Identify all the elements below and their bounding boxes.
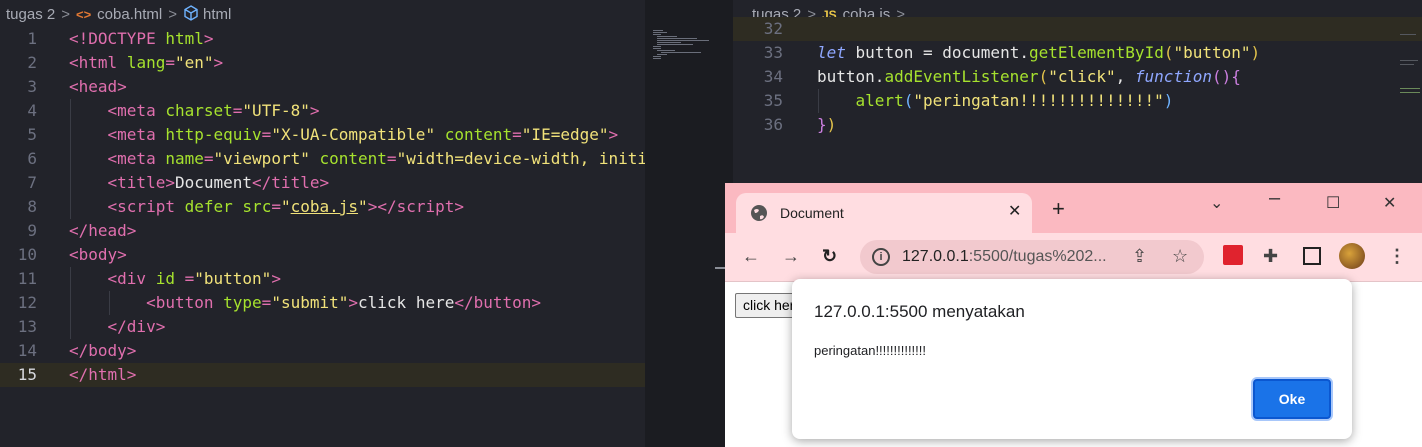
line-number: 6 xyxy=(27,149,37,168)
line-number: 10 xyxy=(17,245,37,264)
line-number: 32 xyxy=(763,19,783,38)
ok-button[interactable]: Oke xyxy=(1253,379,1331,419)
line-number: 7 xyxy=(27,173,37,192)
code-line: 11 <div id ="button"> xyxy=(0,267,645,291)
code-line: 6 <meta name="viewport" content="width=d… xyxy=(0,147,645,171)
reload-icon[interactable]: ↻ xyxy=(822,246,837,266)
minimize-icon[interactable]: – xyxy=(1269,187,1280,210)
breadcrumb-symbol[interactable]: html xyxy=(203,6,231,23)
breadcrumb-file[interactable]: coba.html xyxy=(97,6,162,23)
menu-icon[interactable]: ⋮ xyxy=(1388,246,1406,266)
code-line: 2 <html lang="en"> xyxy=(0,51,645,75)
tab-document[interactable]: Document ✕ xyxy=(736,193,1032,233)
breadcrumb-folder[interactable]: tugas 2 xyxy=(6,6,55,23)
line-number: 34 xyxy=(763,67,783,86)
code-area[interactable]: 32 33 let button = document.getElementByI… xyxy=(733,17,1422,137)
code-line: 9 </head> xyxy=(0,219,645,243)
code-line: 3 <head> xyxy=(0,75,645,99)
line-number: 5 xyxy=(27,125,37,144)
code-line: 33 let button = document.getElementById("… xyxy=(733,41,1422,65)
line-number: 11 xyxy=(17,269,37,288)
info-icon[interactable]: i xyxy=(872,248,890,266)
title-bar[interactable]: Document ✕ + ⌄ – ☐ ✕ xyxy=(725,183,1422,233)
close-icon[interactable]: ✕ xyxy=(1008,201,1021,221)
html-editor-pane[interactable]: tugas 2 > <> coba.html > html 1 <!DOCTYPE html… xyxy=(0,0,645,447)
forward-icon[interactable]: → xyxy=(782,246,800,266)
new-tab-icon[interactable]: + xyxy=(1052,198,1065,220)
chevron-right-icon: > xyxy=(61,6,70,23)
breadcrumb: tugas 2 > <> coba.html > html xyxy=(6,4,231,26)
code-line: 1 <!DOCTYPE html> xyxy=(0,27,645,51)
extension-red-icon[interactable] xyxy=(1223,245,1243,265)
star-icon[interactable]: ☆ xyxy=(1172,246,1188,266)
back-icon[interactable]: ← xyxy=(742,246,760,266)
code-line: 7 <title>Document</title> xyxy=(0,171,645,195)
code-line-active: 15 </html> xyxy=(0,363,645,387)
code-line: 4 <meta charset="UTF-8"> xyxy=(0,99,645,123)
minimap[interactable] xyxy=(645,0,733,447)
html-file-icon: <> xyxy=(75,7,92,22)
puzzle-icon[interactable]: ✚ xyxy=(1263,246,1278,266)
line-number: 2 xyxy=(27,53,37,72)
line-number: 4 xyxy=(27,101,37,120)
code-line: 32 xyxy=(733,17,1422,41)
dialog-title: 127.0.0.1:5500 menyatakan xyxy=(814,302,1025,321)
line-number: 12 xyxy=(17,293,37,312)
line-number: 9 xyxy=(27,221,37,240)
browser-toolbar: ← → ↻ i 127.0.0.1:5500/tugas%202... ⇪ ☆ … xyxy=(725,233,1422,282)
line-number: 1 xyxy=(27,29,37,48)
minimap[interactable] xyxy=(1398,30,1422,110)
window-close-icon[interactable]: ✕ xyxy=(1383,193,1396,213)
code-line: 5 <meta http-equiv="X-UA-Compatible" con… xyxy=(0,123,645,147)
line-number: 8 xyxy=(27,197,37,216)
chevron-right-icon: > xyxy=(168,6,177,23)
line-number: 14 xyxy=(17,341,37,360)
code-line: 36}) xyxy=(733,113,1422,137)
chevron-down-icon[interactable]: ⌄ xyxy=(1210,193,1223,213)
symbol-cube-icon xyxy=(184,5,198,21)
line-number: 35 xyxy=(763,91,783,110)
avatar[interactable] xyxy=(1339,243,1365,269)
url-text[interactable]: 127.0.0.1:5500/tugas%202... xyxy=(902,248,1107,266)
code-line: 10 <body> xyxy=(0,243,645,267)
code-line: 13 </div> xyxy=(0,315,645,339)
maximize-icon[interactable]: ☐ xyxy=(1326,193,1340,213)
tab-title: Document xyxy=(780,205,844,221)
code-line: 12 <button type="submit">click here</but… xyxy=(0,291,645,315)
code-line: 8 <script defer src="coba.js"></script> xyxy=(0,195,645,219)
globe-icon xyxy=(751,205,767,221)
line-number: 13 xyxy=(17,317,37,336)
share-icon[interactable]: ⇪ xyxy=(1132,246,1147,266)
line-number: 36 xyxy=(763,115,783,134)
line-number: 33 xyxy=(763,43,783,62)
address-bar[interactable]: i 127.0.0.1:5500/tugas%202... ⇪ ☆ xyxy=(860,240,1204,274)
sidepanel-icon[interactable] xyxy=(1303,247,1321,265)
code-line: 34 button.addEventListener("click", funct… xyxy=(733,65,1422,89)
code-area[interactable]: 1 <!DOCTYPE html> 2 <html lang="en"> 3 <hea… xyxy=(0,27,645,387)
line-number: 15 xyxy=(17,365,37,384)
line-number: 3 xyxy=(27,77,37,96)
dialog-message: peringatan!!!!!!!!!!!!!! xyxy=(814,343,927,358)
code-line: 14 </body> xyxy=(0,339,645,363)
alert-dialog: 127.0.0.1:5500 menyatakan peringatan!!!!… xyxy=(792,279,1352,439)
code-line: 35 alert("peringatan!!!!!!!!!!!!!!") xyxy=(733,89,1422,113)
